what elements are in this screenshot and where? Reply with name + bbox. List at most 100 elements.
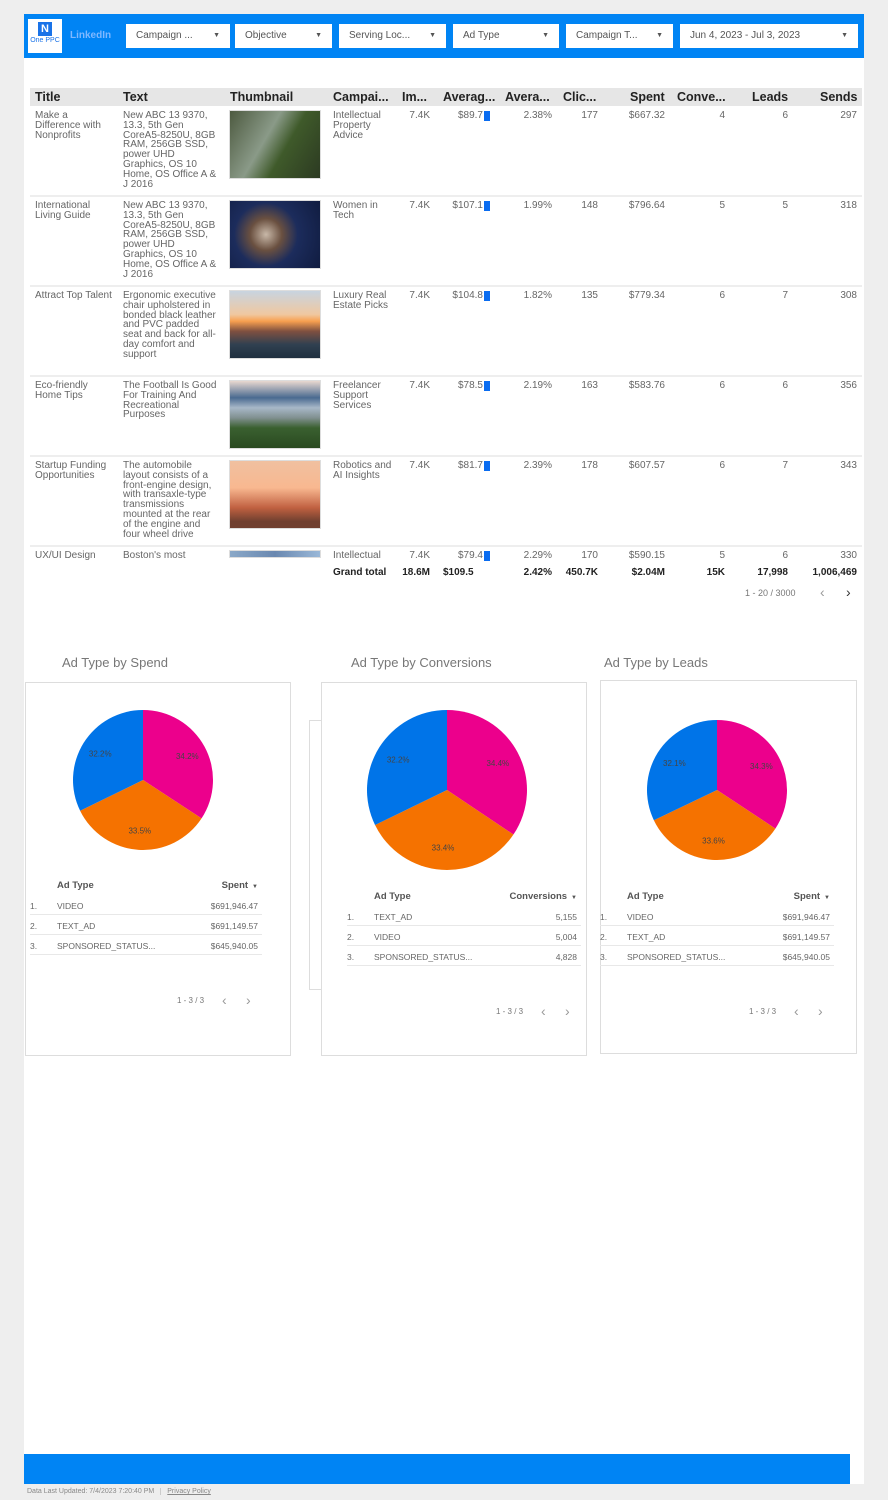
cell-value: International Living Guide: [35, 200, 91, 221]
cell-campaign: Women in Tech: [333, 201, 393, 221]
column-header[interactable]: Averag...: [443, 88, 495, 106]
slice-label: 34.4%: [486, 759, 509, 768]
column-header[interactable]: Im...: [402, 88, 427, 106]
next-page-icon[interactable]: ›: [246, 992, 251, 1008]
cell-value: 7: [782, 290, 788, 301]
cpm-bar: [484, 551, 490, 561]
cell-value: The automobile layout consists of a fron…: [123, 460, 212, 540]
cell-text: Ergonomic executive chair upholstered in…: [123, 291, 218, 360]
next-page-icon[interactable]: ›: [818, 1003, 823, 1019]
cell-spent: $583.76: [605, 381, 665, 391]
table-row[interactable]: 2. TEXT_AD $691,149.57: [600, 926, 834, 946]
slice-label: 32.2%: [387, 755, 410, 764]
sorted-column-header[interactable]: Spent ▼: [222, 880, 258, 891]
cell-value: Make a Difference with Nonprofits: [35, 110, 101, 141]
cell-value: 5: [782, 200, 788, 211]
cell-spent: $590.15: [605, 551, 665, 561]
chart-table-pagination: 1 - 3 / 3: [496, 1007, 524, 1016]
privacy-policy-link[interactable]: Privacy Policy: [160, 1488, 211, 1495]
cell-clicks: 177: [560, 111, 598, 121]
cell-sends: 356: [795, 381, 857, 391]
cell-value: $81.7: [457, 460, 483, 471]
cell-value: 7.4K: [409, 550, 430, 561]
slice-label: 32.1%: [663, 759, 686, 768]
table-row[interactable]: 3. SPONSORED_STATUS... 4,828: [347, 946, 581, 966]
table-row[interactable]: 1. TEXT_AD 5,155: [347, 906, 581, 926]
prev-page-icon[interactable]: ‹: [222, 992, 227, 1008]
cell-text: New ABC 13 9370, 13.3, 5th Gen CoreA5-82…: [123, 201, 218, 280]
thumbnail-image-cats-on-blue-blanket[interactable]: [229, 200, 321, 269]
cell-avg_ctr: 1.99%: [500, 201, 552, 211]
column-header[interactable]: Sends: [820, 88, 858, 106]
ad-type: TEXT_AD: [627, 932, 666, 942]
filter-dropdown[interactable]: Campaign T... ▼: [566, 24, 673, 48]
ad-type: TEXT_AD: [374, 912, 413, 922]
column-header[interactable]: Title: [35, 88, 60, 106]
linkedin-logo: LinkedIn: [70, 30, 112, 41]
prev-page-icon[interactable]: ‹: [541, 1003, 546, 1019]
ad-type-table: Ad Type Spent ▼ 1. VIDEO $691,946.47 2. TEXT_AD…: [30, 880, 262, 1010]
cell-sends: 308: [795, 291, 857, 301]
slice-label: 34.2%: [176, 752, 199, 761]
cell-avg_cpm: $89.7: [440, 111, 490, 121]
table-row[interactable]: 1. VIDEO $691,946.47: [30, 895, 262, 915]
column-header[interactable]: Conve...: [677, 88, 726, 106]
grand-total-impressions: 18.6M: [402, 567, 430, 578]
cell-value: 318: [840, 200, 857, 211]
filter-dropdown[interactable]: Serving Loc... ▼: [339, 24, 446, 48]
filter-dropdown[interactable]: Campaign ... ▼: [126, 24, 230, 48]
filter-dropdown[interactable]: Jun 4, 2023 - Jul 3, 2023 ▼: [680, 24, 858, 48]
column-header[interactable]: Clic...: [563, 88, 596, 106]
table-row[interactable]: 1. VIDEO $691,946.47: [600, 906, 834, 926]
table-row[interactable]: 2. TEXT_AD $691,149.57: [30, 915, 262, 935]
cell-value: $779.34: [628, 290, 665, 301]
cell-conversions: 5: [670, 551, 725, 561]
table-row[interactable]: 3. SPONSORED_STATUS... $645,940.05: [600, 946, 834, 966]
column-header[interactable]: Ad Type: [374, 891, 411, 902]
sort-desc-icon: ▼: [824, 895, 830, 901]
cell-value: 356: [840, 380, 857, 391]
next-page-icon[interactable]: ›: [565, 1003, 570, 1019]
thumbnail-image-water[interactable]: [229, 550, 321, 558]
cell-campaign: Intellectual Property Advice: [333, 111, 393, 140]
pie-chart: 34.2% 33.5% 32.2%: [73, 710, 213, 850]
table-row[interactable]: 3. SPONSORED_STATUS... $645,940.05: [30, 935, 262, 955]
footer-bar: [24, 1454, 850, 1484]
column-header[interactable]: Ad Type: [627, 891, 664, 902]
slice-label: 33.6%: [702, 836, 725, 845]
column-header[interactable]: Campai...: [333, 88, 389, 106]
column-header[interactable]: Ad Type: [57, 880, 94, 891]
ad-type-table: Ad Type Conversions ▼ 1. TEXT_AD 5,155 2. VIDEO…: [347, 891, 581, 1021]
cell-impressions: 7.4K: [398, 551, 430, 561]
prev-page-icon[interactable]: ‹: [794, 1003, 799, 1019]
column-header[interactable]: Avera...: [505, 88, 550, 106]
filter-dropdown[interactable]: Objective ▼: [235, 24, 332, 48]
filter-label: Ad Type: [463, 30, 500, 41]
column-header[interactable]: Spent: [630, 88, 665, 106]
ad-type: SPONSORED_STATUS...: [57, 941, 156, 951]
sorted-column-header[interactable]: Spent ▼: [794, 891, 830, 902]
column-header[interactable]: Leads: [752, 88, 788, 106]
sorted-column-header[interactable]: Conversions ▼: [510, 891, 578, 902]
column-header[interactable]: Thumbnail: [230, 88, 293, 106]
thumbnail-image-lake-mountains[interactable]: [229, 380, 321, 449]
prev-page-icon[interactable]: ‹: [820, 584, 825, 600]
table-row[interactable]: 2. VIDEO 5,004: [347, 926, 581, 946]
cell-value: 7.4K: [409, 460, 430, 471]
filter-label: Objective: [245, 30, 287, 41]
cell-value: 135: [581, 290, 598, 301]
thumbnail-image-deer-in-stream[interactable]: [229, 110, 321, 179]
thumbnail-image-coast-sunset[interactable]: [229, 290, 321, 359]
next-page-icon[interactable]: ›: [846, 584, 851, 600]
cell-spent: $607.57: [605, 461, 665, 471]
cell-campaign: Luxury Real Estate Picks: [333, 291, 393, 311]
thumbnail-image-golden-gate-bridge[interactable]: [229, 460, 321, 529]
cell-value: 1.82%: [523, 290, 552, 301]
cell-clicks: 135: [560, 291, 598, 301]
footer-note: Data Last Updated: 7/4/2023 7:20:40 PM Pr…: [27, 1488, 211, 1495]
cell-value: $104.8: [452, 290, 483, 301]
cell-value: 308: [840, 290, 857, 301]
caret-down-icon: ▼: [315, 32, 322, 39]
column-header[interactable]: Text: [123, 88, 148, 106]
filter-dropdown[interactable]: Ad Type ▼: [453, 24, 559, 48]
